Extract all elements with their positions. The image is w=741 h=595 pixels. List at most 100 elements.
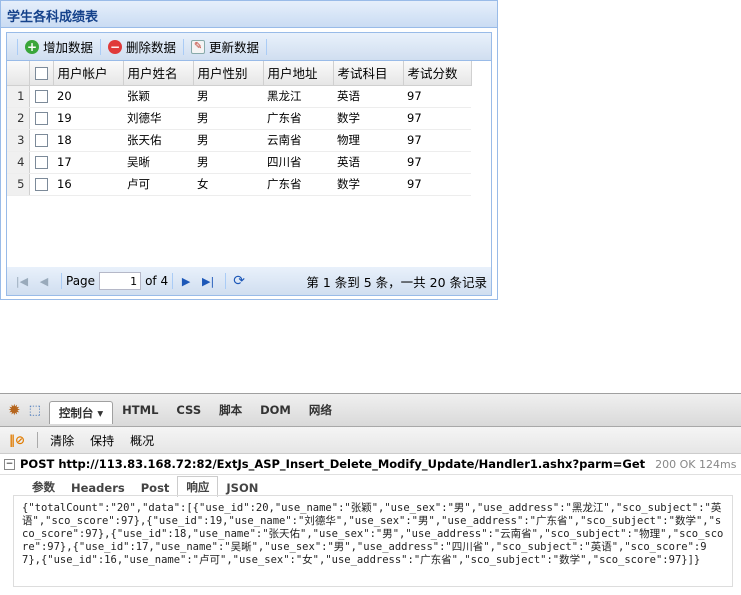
firebug-tab-bar: ✹ ⬚ 控制台 ▾ HTML CSS 脚本 DOM 网络 [0,394,741,427]
cell-subject: 数学 [333,107,403,130]
toolbar-separator [266,38,268,55]
cell-score: 97 [403,129,471,152]
table-row[interactable]: 3 18 张天佑 男 云南省 物理 97 [7,129,471,152]
paging-toolbar: |◀ ◀ Page of 4 ▶ ▶| ⟳ 第 1 条到 5 条，一共 20 条… [7,267,491,295]
toolbar-separator [172,273,174,289]
cell-score: 97 [403,151,471,174]
toolbar-separator [100,38,102,55]
response-body: {"totalCount":"20","data":[{"use_id":20,… [13,495,733,587]
table-row[interactable]: 2 19 刘德华 男 广东省 数学 97 [7,107,471,130]
cell-sex: 男 [193,151,263,174]
prev-page-icon[interactable]: ◀ [35,272,53,290]
request-url: POST http://113.83.168.72:82/ExtJs_ASP_I… [20,457,646,471]
cell-subject: 英语 [333,151,403,174]
cell-name: 卢可 [123,173,193,196]
firebug-bug-icon[interactable]: ✹ [8,401,21,419]
column-header-sex[interactable]: 用户性别 [193,61,264,86]
add-data-label: 增加数据 [43,40,94,55]
cell-address: 云南省 [263,129,333,152]
column-header-account[interactable]: 用户帐户 [53,61,124,86]
cell-name: 张颖 [123,85,193,108]
page-label: Page [66,274,96,288]
request-row[interactable]: − POST http://113.83.168.72:82/ExtJs_ASP… [0,454,741,475]
cell-name: 刘德华 [123,107,193,130]
row-number-header [7,61,30,86]
last-page-icon[interactable]: ▶| [199,272,217,290]
update-data-label: 更新数据 [209,40,260,55]
table-row[interactable]: 5 16 卢可 女 广东省 数学 97 [7,173,471,196]
row-checkbox[interactable] [29,151,53,174]
tab-css[interactable]: CSS [167,400,210,420]
column-header-score[interactable]: 考试分数 [403,61,472,86]
first-page-icon[interactable]: |◀ [13,272,31,290]
row-checkbox[interactable] [29,85,53,108]
cell-score: 97 [403,85,471,108]
cell-sex: 男 [193,129,263,152]
next-page-icon[interactable]: ▶ [177,272,195,290]
cell-score: 97 [403,173,471,196]
add-data-button[interactable]: + 增加数据 [22,36,96,58]
cell-address: 广东省 [263,173,333,196]
tab-console-label: 控制台 [58,405,94,420]
firebug-panel: ✹ ⬚ 控制台 ▾ HTML CSS 脚本 DOM 网络 ‖⊘ 清除 保持 概况… [0,393,741,595]
profile-button[interactable]: 概况 [122,432,162,449]
cell-address: 黑龙江 [263,85,333,108]
subtab-params[interactable]: 参数 [24,477,63,497]
console-toolbar: ‖⊘ 清除 保持 概况 [0,427,741,454]
cell-subject: 英语 [333,85,403,108]
break-on-error-icon[interactable]: ‖⊘ [9,433,25,447]
row-checkbox[interactable] [29,173,53,196]
page-number-input[interactable] [99,272,142,290]
tab-html[interactable]: HTML [113,400,167,420]
persist-button[interactable]: 保持 [82,432,122,449]
data-grid: 用户帐户 用户姓名 用户性别 用户地址 考试科目 考试分数 1 20 张颖 男 [7,61,472,196]
add-icon: + [25,39,39,54]
subtab-response[interactable]: 响应 [177,476,219,497]
cell-account: 16 [53,173,123,196]
grid-header-row: 用户帐户 用户姓名 用户性别 用户地址 考试科目 考试分数 [7,61,472,86]
tab-console[interactable]: 控制台 ▾ [48,400,114,424]
toolbar-separator [225,273,227,289]
cell-account: 19 [53,107,123,130]
cell-sex: 男 [193,107,263,130]
request-subtabs: 参数 Headers Post 响应 JSON [0,475,741,497]
toolbar-separator [61,273,62,289]
inspect-icon[interactable]: ⬚ [29,403,41,418]
cell-address: 广东省 [263,107,333,130]
grid-container: + 增加数据 − 删除数据 ✎ 更新数据 用户帐户 用户姓名 用户性别 用户地址… [6,32,492,296]
cell-sex: 女 [193,173,263,196]
row-number: 2 [7,107,30,130]
table-row[interactable]: 4 17 吴晰 男 四川省 英语 97 [7,151,471,174]
cell-name: 张天佑 [123,129,193,152]
table-row[interactable]: 1 20 张颖 男 黑龙江 英语 97 [7,85,471,108]
page-count-label: of 4 [145,274,169,288]
tab-script[interactable]: 脚本 [210,399,251,421]
column-header-subject[interactable]: 考试科目 [333,61,404,86]
update-data-button[interactable]: ✎ 更新数据 [188,36,262,58]
collapse-toggle-icon[interactable]: − [4,458,15,470]
column-header-address[interactable]: 用户地址 [263,61,334,86]
delete-data-button[interactable]: − 删除数据 [105,36,179,58]
clear-button[interactable]: 清除 [42,432,82,449]
cell-subject: 物理 [333,129,403,152]
select-all-checkbox[interactable] [29,61,54,86]
row-number: 5 [7,173,30,196]
tab-dom[interactable]: DOM [251,400,300,420]
grid-toolbar: + 增加数据 − 删除数据 ✎ 更新数据 [7,33,491,61]
row-checkbox[interactable] [29,129,53,152]
cell-name: 吴晰 [123,151,193,174]
cell-account: 18 [53,129,123,152]
toolbar-separator [37,432,39,448]
tab-net[interactable]: 网络 [300,399,341,421]
cell-address: 四川省 [263,151,333,174]
cell-sex: 男 [193,85,263,108]
cell-score: 97 [403,107,471,130]
grid-body: 用户帐户 用户姓名 用户性别 用户地址 考试科目 考试分数 1 20 张颖 男 [7,61,491,271]
toolbar-separator [17,38,18,55]
refresh-icon[interactable]: ⟳ [230,272,248,290]
grid-panel: 学生各科成绩表 + 增加数据 − 删除数据 ✎ 更新数据 用户帐户 用户姓名 用… [0,0,498,300]
request-status: 200 OK 124ms [655,457,737,471]
edit-icon: ✎ [191,39,206,54]
row-checkbox[interactable] [29,107,53,130]
column-header-name[interactable]: 用户姓名 [123,61,194,86]
